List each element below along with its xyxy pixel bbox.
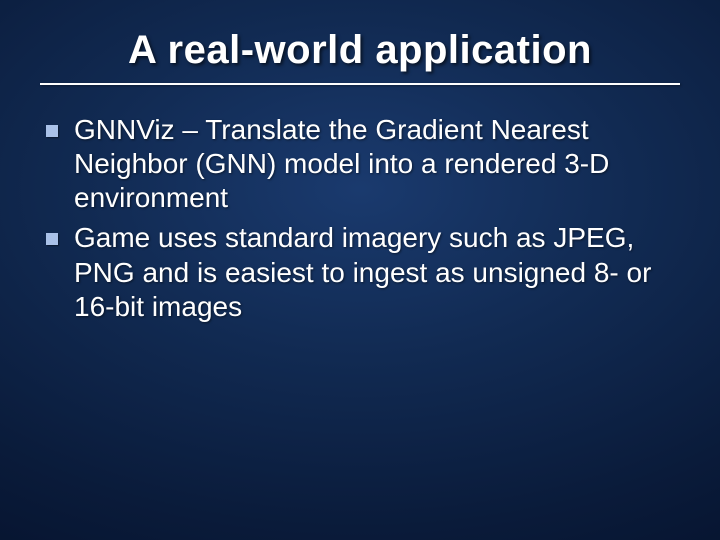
bullet-list: GNNViz – Translate the Gradient Nearest … [40,113,680,324]
list-item: GNNViz – Translate the Gradient Nearest … [40,113,680,215]
slide: A real-world application GNNViz – Transl… [0,0,720,540]
list-item: Game uses standard imagery such as JPEG,… [40,221,680,323]
title-underline [40,83,680,85]
slide-title: A real-world application [40,28,680,73]
